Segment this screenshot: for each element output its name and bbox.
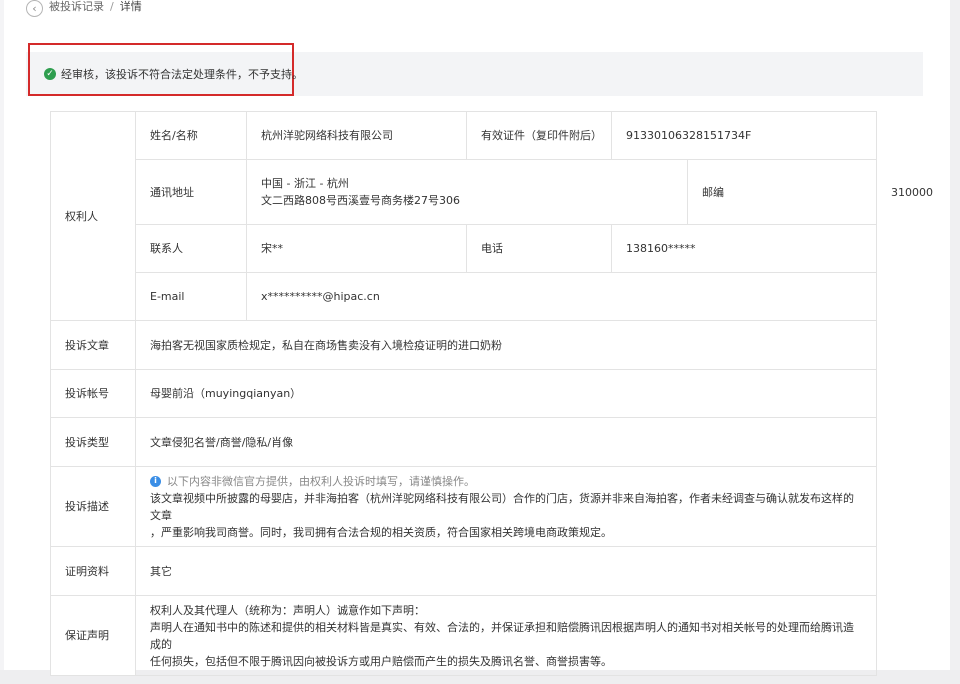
type-value: 文章侵犯名誉/商誉/隐私/肖像 <box>135 417 877 467</box>
description-note-text: 以下内容非微信官方提供，由权利人投诉时填写，请谨慎操作。 <box>167 474 475 488</box>
status-text: 经审核，该投诉不符合法定处理条件，不予支持。 <box>61 68 303 81</box>
rights-holder-label: 权利人 <box>50 111 136 321</box>
certificate-value: 91330106328151734F <box>611 111 877 160</box>
table-row: 投诉文章 海拍客无视国家质检规定，私自在商场售卖没有入境检疫证明的进口奶粉 <box>50 320 877 370</box>
status-message: ✓ 经审核，该投诉不符合法定处理条件，不予支持。 <box>44 66 303 82</box>
address-line: 文二西路808号西溪壹号商务楼27号306 <box>261 194 460 207</box>
address-line: 中国 - 浙江 - 杭州 <box>261 177 349 190</box>
table-row: 保证声明 权利人及其代理人（统称为：声明人）诚意作如下声明： 声明人在通知书中的… <box>50 595 877 676</box>
table-row: E-mail x**********@hipac.cn <box>51 272 877 321</box>
table-row: 投诉描述 i 以下内容非微信官方提供，由权利人投诉时填写，请谨慎操作。 该文章视… <box>50 466 877 547</box>
description-value: i 以下内容非微信官方提供，由权利人投诉时填写，请谨慎操作。 该文章视频中所披露… <box>135 466 877 547</box>
name-value: 杭州洋驼网络科技有限公司 <box>246 111 467 160</box>
phone-label: 电话 <box>466 224 612 273</box>
account-value: 母婴前沿（muyingqianyan） <box>135 369 877 418</box>
article-value: 海拍客无视国家质检规定，私自在商场售卖没有入境检疫证明的进口奶粉 <box>135 320 877 370</box>
table-row: 投诉帐号 母婴前沿（muyingqianyan） <box>50 369 877 418</box>
contact-value: 宋** <box>246 224 467 273</box>
description-line: ，严重影响我司商誉。同时，我司拥有合法合规的相关资质，符合国家相关跨境电商政策规… <box>150 525 612 539</box>
table-row: 证明资料 其它 <box>50 546 877 596</box>
address-label: 通讯地址 <box>135 159 247 225</box>
description-label: 投诉描述 <box>50 466 136 547</box>
proof-label: 证明资料 <box>50 546 136 596</box>
breadcrumb-parent-link[interactable]: 被投诉记录 <box>49 0 104 14</box>
proof-value: 其它 <box>135 546 877 596</box>
description-note: i 以下内容非微信官方提供，由权利人投诉时填写，请谨慎操作。 <box>150 473 862 490</box>
guarantee-line: 声明人在通知书中的陈述和提供的相关材料皆是真实、有效、合法的，并保证承担和赔偿腾… <box>150 620 854 651</box>
scroll-gutter <box>950 0 960 684</box>
guarantee-line: 任何损失，包括但不限于腾讯因向被投诉方或用户赔偿而产生的损失及腾讯名誉、商誉损害… <box>150 654 612 668</box>
complaint-detail-table: 权利人 姓名/名称 杭州洋驼网络科技有限公司 有效证件（复印件附后） 91330… <box>50 111 933 676</box>
breadcrumb: ‹ 被投诉记录 / 详情 <box>26 0 142 22</box>
description-line: 该文章视频中所披露的母婴店，并非海拍客（杭州洋驼网络科技有限公司）合作的门店，货… <box>150 491 854 522</box>
breadcrumb-separator: / <box>110 0 114 13</box>
contact-label: 联系人 <box>135 224 247 273</box>
chevron-left-icon[interactable]: ‹ <box>26 0 43 17</box>
guarantee-label: 保证声明 <box>50 595 136 676</box>
name-label: 姓名/名称 <box>135 111 247 160</box>
table-row: 通讯地址 中国 - 浙江 - 杭州 文二西路808号西溪壹号商务楼27号306 … <box>51 159 933 225</box>
phone-value: 138160***** <box>611 224 877 273</box>
table-row: 联系人 宋** 电话 138160***** <box>51 224 877 273</box>
breadcrumb-current: 详情 <box>119 0 142 13</box>
email-label: E-mail <box>135 272 247 321</box>
table-row: 权利人 姓名/名称 杭州洋驼网络科技有限公司 有效证件（复印件附后） 91330… <box>50 111 877 321</box>
certificate-label: 有效证件（复印件附后） <box>466 111 612 160</box>
guarantee-value: 权利人及其代理人（统称为：声明人）诚意作如下声明： 声明人在通知书中的陈述和提供… <box>135 595 877 676</box>
article-label: 投诉文章 <box>50 320 136 370</box>
table-row: 投诉类型 文章侵犯名誉/商誉/隐私/肖像 <box>50 417 877 467</box>
check-circle-icon: ✓ <box>44 68 56 80</box>
address-value: 中国 - 浙江 - 杭州 文二西路808号西溪壹号商务楼27号306 <box>246 159 688 225</box>
account-label: 投诉帐号 <box>50 369 136 418</box>
postcode-label: 邮编 <box>687 159 877 225</box>
guarantee-line: 权利人及其代理人（统称为：声明人）诚意作如下声明： <box>150 603 425 617</box>
email-value: x**********@hipac.cn <box>246 272 877 321</box>
info-icon: i <box>150 475 161 487</box>
type-label: 投诉类型 <box>50 417 136 467</box>
